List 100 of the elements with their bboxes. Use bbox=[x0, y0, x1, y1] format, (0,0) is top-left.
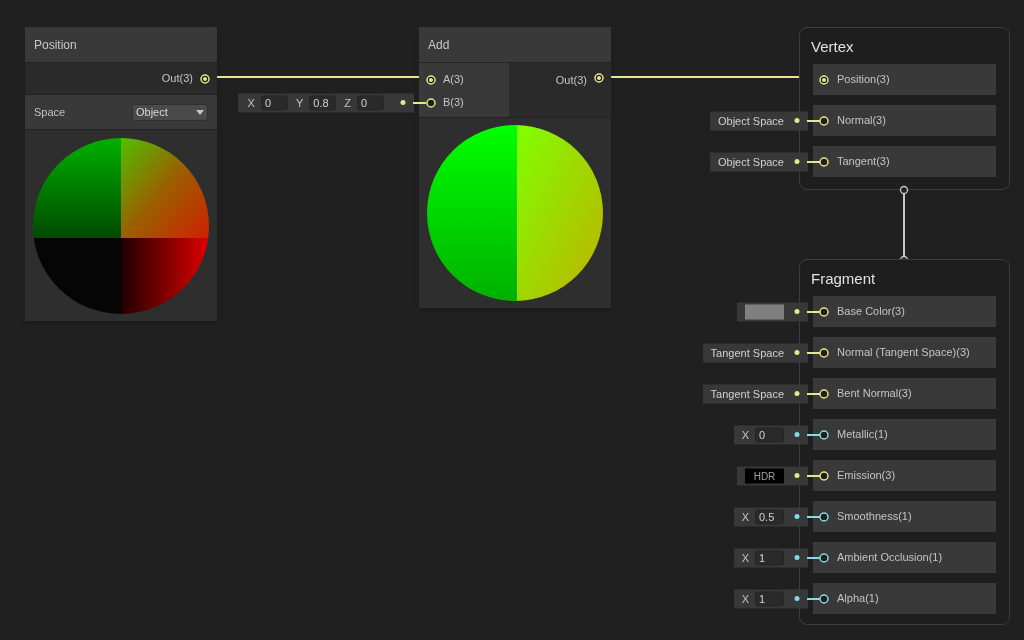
axis-label: X bbox=[741, 550, 749, 566]
number-field[interactable]: 0 bbox=[755, 427, 784, 442]
space-label: Tangent Space bbox=[710, 386, 784, 402]
slot-label: Smoothness(1) bbox=[837, 509, 912, 525]
number-field[interactable]: 0.8 bbox=[309, 95, 337, 110]
port-dot-icon bbox=[794, 472, 800, 479]
slot-label: Position(3) bbox=[837, 72, 890, 88]
color-swatch[interactable] bbox=[745, 304, 784, 319]
wire bbox=[807, 118, 820, 123]
input-slot[interactable]: Metallic(1) bbox=[813, 419, 996, 450]
port-icon[interactable] bbox=[819, 470, 829, 481]
input-slot[interactable]: Position(3) bbox=[813, 64, 996, 95]
inline-input[interactable]: Tangent Space bbox=[702, 384, 808, 403]
port-icon[interactable] bbox=[819, 156, 829, 167]
wire bbox=[807, 159, 820, 164]
number-field[interactable]: 1 bbox=[755, 550, 784, 565]
node-title: Vertex bbox=[810, 37, 855, 57]
port-icon[interactable] bbox=[819, 429, 829, 440]
port-icon[interactable] bbox=[426, 97, 436, 108]
slot-label: Normal (Tangent Space)(3) bbox=[837, 345, 970, 361]
input-slot[interactable]: Ambient Occlusion(1) bbox=[813, 542, 996, 573]
input-slot[interactable]: Tangent(3) bbox=[813, 146, 996, 177]
wire bbox=[807, 514, 820, 519]
slot-label: Emission(3) bbox=[837, 468, 896, 484]
wire bbox=[807, 309, 820, 314]
property-label: Space bbox=[34, 104, 66, 120]
space-label: Tangent Space bbox=[710, 345, 784, 361]
space-dropdown[interactable]: Object bbox=[132, 103, 208, 121]
port-icon[interactable] bbox=[819, 347, 829, 358]
slot-label: Metallic(1) bbox=[837, 427, 888, 443]
inline-input[interactable]: X 0.5 bbox=[733, 507, 808, 526]
wire bbox=[807, 432, 820, 437]
slot-label: Normal(3) bbox=[837, 113, 886, 129]
port-icon[interactable] bbox=[819, 115, 829, 126]
node-title: Fragment bbox=[810, 269, 877, 289]
port-icon[interactable] bbox=[819, 511, 829, 522]
inline-input[interactable]: Object Space bbox=[709, 152, 808, 171]
port-dot-icon bbox=[794, 158, 800, 165]
inline-input[interactable]: Tangent Space bbox=[702, 343, 808, 362]
port-dot-icon bbox=[794, 390, 800, 397]
number-field[interactable]: 1 bbox=[755, 591, 784, 606]
inline-input[interactable]: X 0 bbox=[733, 425, 808, 444]
wire bbox=[807, 473, 820, 478]
slot-label: Alpha(1) bbox=[837, 591, 879, 607]
port-icon[interactable] bbox=[819, 306, 829, 317]
inline-input[interactable]: X 1 bbox=[733, 589, 808, 608]
port-label: Out(3) bbox=[161, 71, 193, 87]
port-dot-icon bbox=[794, 554, 800, 561]
inline-input[interactable]: X 1 bbox=[733, 548, 808, 567]
port-dot-icon bbox=[400, 99, 406, 106]
inline-input[interactable] bbox=[737, 302, 808, 321]
input-slot[interactable]: Base Color(3) bbox=[813, 296, 996, 327]
port-icon[interactable] bbox=[200, 73, 210, 84]
wire bbox=[807, 350, 820, 355]
axis-label: Y bbox=[295, 95, 304, 111]
node-title: Add bbox=[419, 27, 611, 62]
space-label: Object Space bbox=[717, 113, 784, 129]
port-dot-icon bbox=[794, 513, 800, 520]
hdr-swatch[interactable]: HDR bbox=[745, 468, 784, 483]
wire bbox=[413, 100, 426, 105]
port-icon[interactable] bbox=[819, 593, 829, 604]
input-slot[interactable]: Normal (Tangent Space)(3) bbox=[813, 337, 996, 368]
input-slot[interactable]: Smoothness(1) bbox=[813, 501, 996, 532]
port-icon[interactable] bbox=[819, 552, 829, 563]
port-dot-icon bbox=[794, 349, 800, 356]
inline-input[interactable]: X 0 Y 0.8 Z 0 bbox=[237, 93, 414, 112]
slot-label: Ambient Occlusion(1) bbox=[837, 550, 943, 566]
port-dot-icon bbox=[794, 308, 800, 315]
port-dot-icon bbox=[794, 595, 800, 602]
port-dot-icon bbox=[794, 431, 800, 438]
number-field[interactable]: 0.5 bbox=[755, 509, 784, 524]
port-label: Out(3) bbox=[555, 73, 587, 88]
port-label: A(3) bbox=[443, 72, 464, 88]
input-slot[interactable]: Bent Normal(3) bbox=[813, 378, 996, 409]
port-label: B(3) bbox=[443, 95, 464, 111]
number-field[interactable]: 0 bbox=[357, 95, 384, 110]
port-icon[interactable] bbox=[426, 74, 436, 85]
axis-label: X bbox=[741, 591, 749, 607]
port-icon[interactable] bbox=[594, 73, 604, 83]
slot-label: Bent Normal(3) bbox=[837, 386, 912, 402]
input-slot[interactable]: Normal(3) bbox=[813, 105, 996, 136]
port-icon[interactable] bbox=[819, 388, 829, 399]
caret-icon bbox=[196, 109, 204, 115]
axis-label: X bbox=[741, 509, 749, 525]
wire bbox=[807, 596, 820, 601]
slot-label: Tangent(3) bbox=[837, 154, 890, 170]
port-icon[interactable] bbox=[819, 74, 829, 85]
space-label: Object Space bbox=[717, 154, 784, 170]
slot-label: Base Color(3) bbox=[837, 304, 905, 320]
inline-input[interactable]: HDR bbox=[737, 466, 808, 485]
wire bbox=[807, 391, 820, 396]
number-field[interactable]: 0 bbox=[260, 95, 288, 110]
port-dot-icon bbox=[794, 117, 800, 124]
axis-label: X bbox=[247, 95, 255, 111]
node-title: Position bbox=[25, 27, 217, 62]
axis-label: X bbox=[741, 427, 749, 443]
inline-input[interactable]: Object Space bbox=[709, 111, 808, 130]
input-slot[interactable]: Emission(3) bbox=[813, 460, 996, 491]
input-slot[interactable]: Alpha(1) bbox=[813, 583, 996, 614]
wire bbox=[807, 555, 820, 560]
